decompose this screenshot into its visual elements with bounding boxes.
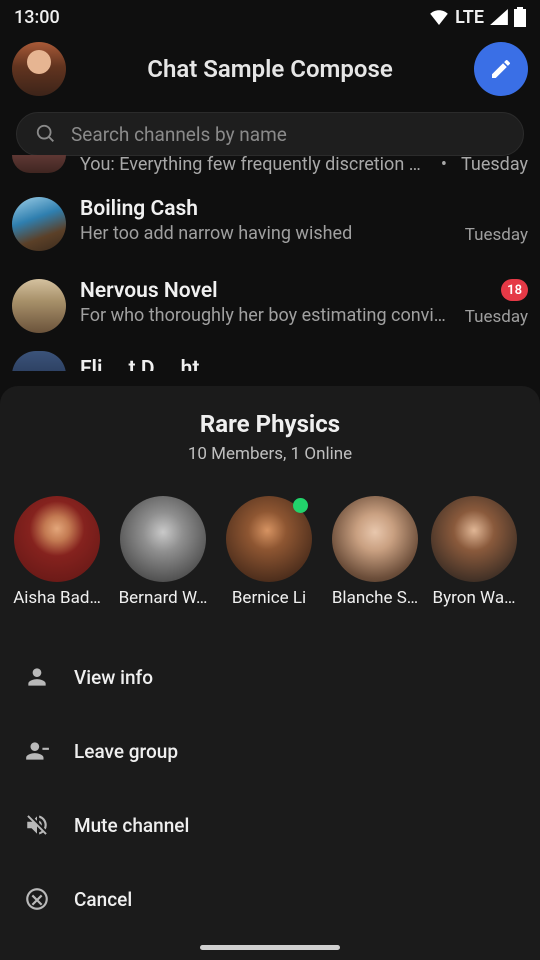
chat-list[interactable]: You: Everything few frequently discretio… xyxy=(0,154,540,371)
avatar xyxy=(226,496,312,582)
cancel-icon xyxy=(24,886,50,912)
member-item[interactable]: Bernice Li xyxy=(226,496,312,608)
signal-icon xyxy=(490,9,508,25)
chat-preview: Her too add narrow having wished xyxy=(80,223,451,244)
chat-time: Tuesday xyxy=(465,225,528,245)
cancel-action[interactable]: Cancel xyxy=(0,862,540,936)
chat-time: Tuesday xyxy=(461,154,528,175)
list-item[interactable]: Fli t D ht xyxy=(0,347,540,371)
action-label: Leave group xyxy=(74,740,178,763)
compose-button[interactable] xyxy=(474,42,528,96)
status-time: 13:00 xyxy=(14,7,60,28)
member-item[interactable]: Bernard W… xyxy=(120,496,206,608)
group-sheet: Rare Physics 10 Members, 1 Online Aisha … xyxy=(0,386,540,960)
status-bar: 13:00 LTE xyxy=(0,0,540,34)
mute-icon xyxy=(24,812,50,838)
status-net-label: LTE xyxy=(455,7,484,28)
online-indicator xyxy=(293,498,308,513)
member-item[interactable]: Blanche S… xyxy=(332,496,418,608)
avatar xyxy=(14,496,100,582)
person-remove-icon xyxy=(24,738,50,764)
member-name: Byron Wa… xyxy=(433,588,516,608)
member-name: Aisha Bad… xyxy=(13,588,101,608)
member-list[interactable]: Aisha Bad… Bernard W… Bernice Li Blanche… xyxy=(0,464,540,632)
member-item[interactable]: Aisha Bad… xyxy=(14,496,100,608)
sheet-title: Rare Physics xyxy=(0,410,540,438)
list-item[interactable]: You: Everything few frequently discretio… xyxy=(0,154,540,183)
sheet-subtitle: 10 Members, 1 Online xyxy=(0,444,540,464)
unread-badge: 18 xyxy=(501,279,528,301)
leave-group-action[interactable]: Leave group xyxy=(0,714,540,788)
chat-name: Fli t D ht xyxy=(80,357,199,371)
action-label: Mute channel xyxy=(74,814,189,837)
status-right: LTE xyxy=(429,7,526,28)
view-info-action[interactable]: View info xyxy=(0,640,540,714)
unread-dot: • xyxy=(441,154,447,175)
action-label: View info xyxy=(74,666,153,689)
wifi-icon xyxy=(429,9,449,25)
battery-icon xyxy=(514,7,526,27)
avatar xyxy=(12,197,66,251)
avatar xyxy=(120,496,206,582)
chat-preview: You: Everything few frequently discretio… xyxy=(80,154,427,175)
compose-icon xyxy=(489,57,513,81)
app-title: Chat Sample Compose xyxy=(147,55,392,83)
chat-name: Boiling Cash xyxy=(80,197,451,221)
search-input[interactable] xyxy=(71,123,505,146)
mute-channel-action[interactable]: Mute channel xyxy=(0,788,540,862)
sheet-actions: View info Leave group Mute channel Cance… xyxy=(0,640,540,936)
member-item[interactable]: Byron Wa… xyxy=(438,496,510,608)
list-item[interactable]: Nervous Novel For who thoroughly her boy… xyxy=(0,265,540,347)
app-header: Chat Sample Compose xyxy=(0,34,540,112)
chat-time: Tuesday xyxy=(465,307,528,327)
home-indicator[interactable] xyxy=(200,945,340,950)
search-icon xyxy=(35,123,57,145)
search-field[interactable] xyxy=(16,112,524,156)
avatar xyxy=(12,351,66,371)
avatar xyxy=(12,279,66,333)
list-item[interactable]: Boiling Cash Her too add narrow having w… xyxy=(0,183,540,265)
action-label: Cancel xyxy=(74,888,132,911)
member-name: Bernard W… xyxy=(119,588,208,608)
avatar xyxy=(431,496,517,582)
chat-preview: For who thoroughly her boy estimating co… xyxy=(80,305,451,326)
avatar-self[interactable] xyxy=(12,42,66,96)
search-wrap xyxy=(0,112,540,156)
member-name: Bernice Li xyxy=(232,588,306,608)
person-icon xyxy=(24,664,50,690)
avatar xyxy=(12,155,66,173)
chat-name: Nervous Novel xyxy=(80,279,451,303)
member-name: Blanche S… xyxy=(332,588,418,608)
avatar xyxy=(332,496,418,582)
